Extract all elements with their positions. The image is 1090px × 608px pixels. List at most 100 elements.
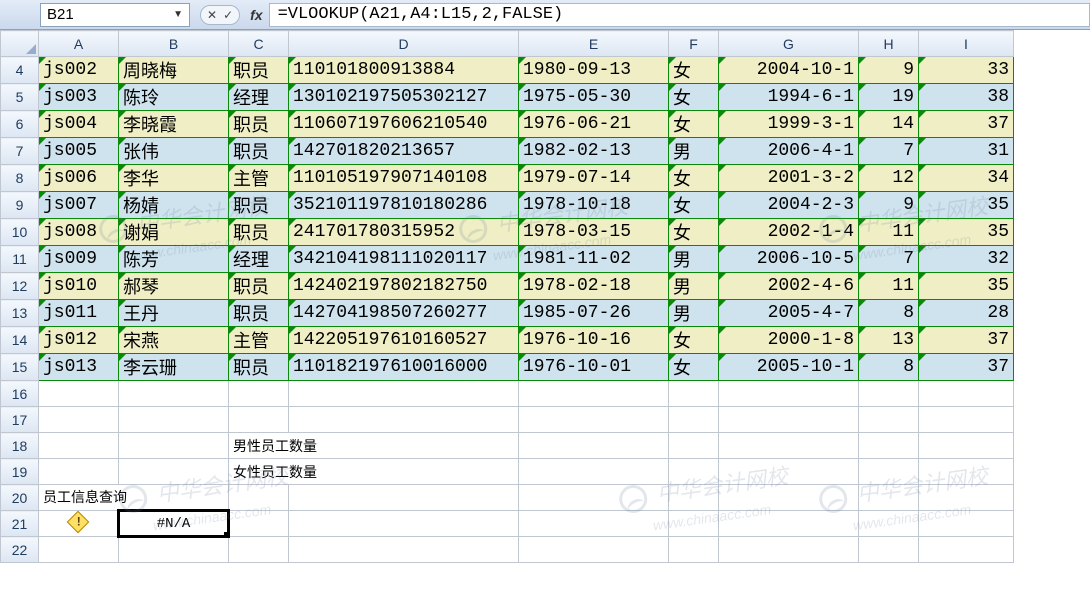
cell-H15[interactable]: 8 — [859, 354, 919, 381]
cell-F12[interactable]: 男 — [669, 273, 719, 300]
col-header-E[interactable]: E — [519, 31, 669, 57]
cell-I8[interactable]: 34 — [919, 165, 1014, 192]
cell-F14[interactable]: 女 — [669, 327, 719, 354]
cell-E14[interactable]: 1976-10-16 — [519, 327, 669, 354]
cell-B19[interactable] — [119, 459, 229, 485]
cell-C10[interactable]: 职员 — [229, 219, 289, 246]
spreadsheet-grid[interactable]: ABCDEFGHI4js002周晓梅职员1101018009138841980-… — [0, 30, 1090, 563]
cell-I9[interactable]: 35 — [919, 192, 1014, 219]
col-header-A[interactable]: A — [39, 31, 119, 57]
cell-E12[interactable]: 1978-02-18 — [519, 273, 669, 300]
col-header-C[interactable]: C — [229, 31, 289, 57]
cell-I5[interactable]: 38 — [919, 84, 1014, 111]
cell-G4[interactable]: 2004-10-1 — [719, 57, 859, 84]
cell-E10[interactable]: 1978-03-15 — [519, 219, 669, 246]
cell-G14[interactable]: 2000-1-8 — [719, 327, 859, 354]
cell-F8[interactable]: 女 — [669, 165, 719, 192]
cell-I16[interactable] — [919, 381, 1014, 407]
cell-F20[interactable] — [669, 485, 719, 511]
cell-A20[interactable]: 员工信息查询 — [39, 485, 229, 511]
cell-C15[interactable]: 职员 — [229, 354, 289, 381]
cell-G12[interactable]: 2002-4-6 — [719, 273, 859, 300]
cell-A8[interactable]: js006 — [39, 165, 119, 192]
cell-F4[interactable]: 女 — [669, 57, 719, 84]
cell-D8[interactable]: 110105197907140108 — [289, 165, 519, 192]
cell-C21[interactable] — [229, 511, 289, 537]
cell-H8[interactable]: 12 — [859, 165, 919, 192]
cell-C5[interactable]: 经理 — [229, 84, 289, 111]
cell-A6[interactable]: js004 — [39, 111, 119, 138]
cell-A14[interactable]: js012 — [39, 327, 119, 354]
col-header-H[interactable]: H — [859, 31, 919, 57]
cell-H9[interactable]: 9 — [859, 192, 919, 219]
cell-E16[interactable] — [519, 381, 669, 407]
cell-B6[interactable]: 李晓霞 — [119, 111, 229, 138]
chevron-down-icon[interactable]: ▼ — [173, 9, 183, 20]
cell-C6[interactable]: 职员 — [229, 111, 289, 138]
cell-C14[interactable]: 主管 — [229, 327, 289, 354]
cell-I6[interactable]: 37 — [919, 111, 1014, 138]
row-header-16[interactable]: 16 — [1, 381, 39, 407]
cell-E22[interactable] — [519, 537, 669, 563]
col-header-I[interactable]: I — [919, 31, 1014, 57]
cell-C20[interactable] — [229, 485, 289, 511]
name-box[interactable]: B21 ▼ — [40, 3, 190, 27]
cell-G18[interactable] — [719, 433, 859, 459]
row-header-17[interactable]: 17 — [1, 407, 39, 433]
cell-F19[interactable] — [669, 459, 719, 485]
cell-A22[interactable] — [39, 537, 119, 563]
cell-D9[interactable]: 352101197810180286 — [289, 192, 519, 219]
row-header-9[interactable]: 9 — [1, 192, 39, 219]
cell-F5[interactable]: 女 — [669, 84, 719, 111]
cell-C19[interactable]: 女性员工数量 — [229, 459, 519, 485]
row-header-12[interactable]: 12 — [1, 273, 39, 300]
cell-A15[interactable]: js013 — [39, 354, 119, 381]
accept-icon[interactable]: ✓ — [223, 8, 233, 22]
cell-H11[interactable]: 7 — [859, 246, 919, 273]
cell-D17[interactable] — [289, 407, 519, 433]
cell-E13[interactable]: 1985-07-26 — [519, 300, 669, 327]
cell-C11[interactable]: 经理 — [229, 246, 289, 273]
row-header-19[interactable]: 19 — [1, 459, 39, 485]
cell-E20[interactable] — [519, 485, 669, 511]
cell-H16[interactable] — [859, 381, 919, 407]
cell-B17[interactable] — [119, 407, 229, 433]
cell-D22[interactable] — [289, 537, 519, 563]
cell-H10[interactable]: 11 — [859, 219, 919, 246]
cell-D20[interactable] — [289, 485, 519, 511]
cell-F11[interactable]: 男 — [669, 246, 719, 273]
cell-C18[interactable]: 男性员工数量 — [229, 433, 519, 459]
cell-E11[interactable]: 1981-11-02 — [519, 246, 669, 273]
cell-F6[interactable]: 女 — [669, 111, 719, 138]
cell-A11[interactable]: js009 — [39, 246, 119, 273]
cell-B10[interactable]: 谢娟 — [119, 219, 229, 246]
cell-D14[interactable]: 142205197610160527 — [289, 327, 519, 354]
cell-A12[interactable]: js010 — [39, 273, 119, 300]
cell-H13[interactable]: 8 — [859, 300, 919, 327]
cell-F16[interactable] — [669, 381, 719, 407]
cell-E8[interactable]: 1979-07-14 — [519, 165, 669, 192]
cell-D16[interactable] — [289, 381, 519, 407]
row-header-7[interactable]: 7 — [1, 138, 39, 165]
row-header-15[interactable]: 15 — [1, 354, 39, 381]
cell-B12[interactable]: 郝琴 — [119, 273, 229, 300]
cell-B15[interactable]: 李云珊 — [119, 354, 229, 381]
cell-I18[interactable] — [919, 433, 1014, 459]
row-header-4[interactable]: 4 — [1, 57, 39, 84]
cell-D6[interactable]: 110607197606210540 — [289, 111, 519, 138]
cell-G9[interactable]: 2004-2-3 — [719, 192, 859, 219]
cell-A18[interactable] — [39, 433, 119, 459]
cell-C22[interactable] — [229, 537, 289, 563]
row-header-13[interactable]: 13 — [1, 300, 39, 327]
cell-H7[interactable]: 7 — [859, 138, 919, 165]
cell-G7[interactable]: 2006-4-1 — [719, 138, 859, 165]
cell-D12[interactable]: 142402197802182750 — [289, 273, 519, 300]
cell-I19[interactable] — [919, 459, 1014, 485]
cancel-icon[interactable]: ✕ — [207, 8, 217, 22]
cell-A7[interactable]: js005 — [39, 138, 119, 165]
cell-I4[interactable]: 33 — [919, 57, 1014, 84]
cell-C4[interactable]: 职员 — [229, 57, 289, 84]
cell-G11[interactable]: 2006-10-5 — [719, 246, 859, 273]
cell-B11[interactable]: 陈芳 — [119, 246, 229, 273]
cell-F21[interactable] — [669, 511, 719, 537]
